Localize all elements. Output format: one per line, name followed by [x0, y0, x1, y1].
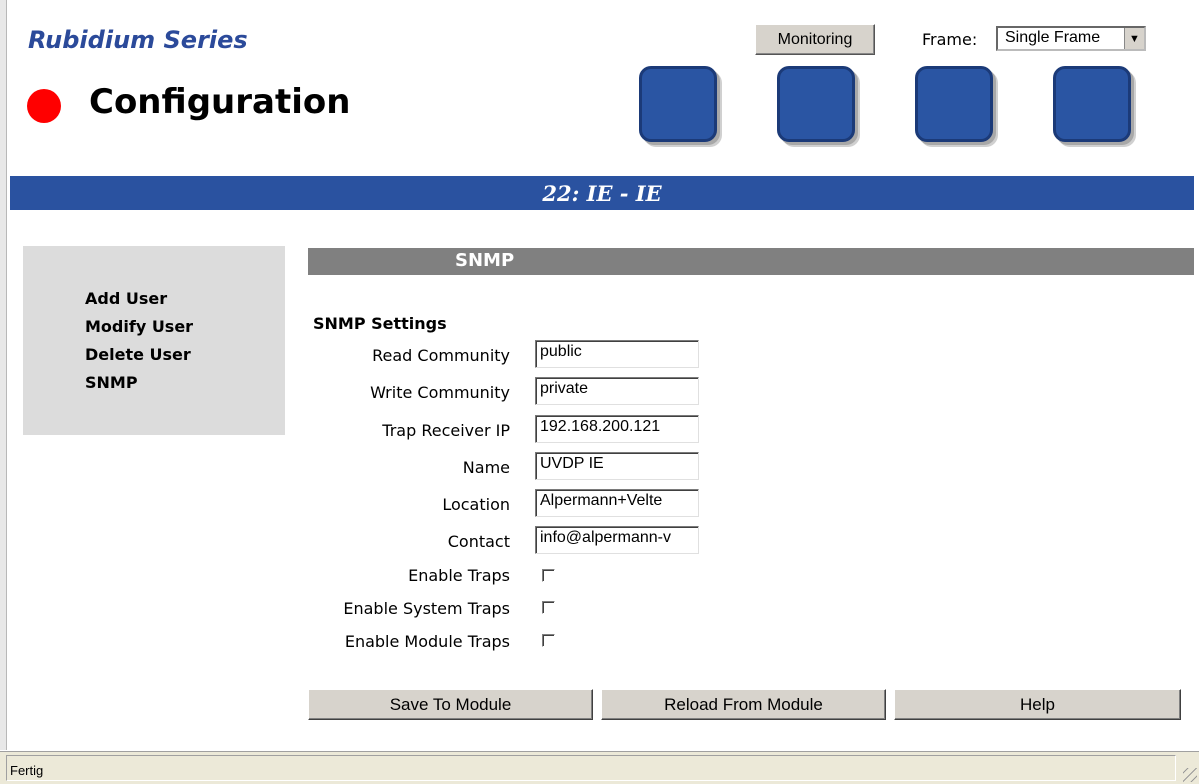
trap-receiver-ip-input[interactable]: 192.168.200.121: [535, 415, 699, 443]
settings-heading: SNMP Settings: [313, 314, 447, 333]
resize-grip-icon[interactable]: [1183, 768, 1197, 782]
brand-title: Rubidium Series: [28, 26, 248, 54]
section-title: SNMP: [455, 250, 515, 271]
status-bar: Fertig: [0, 751, 1199, 784]
monitoring-button[interactable]: Monitoring: [755, 24, 875, 55]
sidebar-item-delete-user[interactable]: Delete User: [85, 345, 191, 364]
window-left-edge: [0, 0, 7, 750]
enable-module-traps-label: Enable Module Traps: [344, 632, 510, 651]
module-tile-2[interactable]: [777, 66, 855, 142]
sidebar-item-snmp[interactable]: SNMP: [85, 373, 138, 392]
frame-select-value: Single Frame: [1005, 29, 1101, 46]
section-header: SNMP: [308, 248, 1194, 275]
help-button[interactable]: Help: [894, 689, 1181, 720]
sidebar-item-add-user[interactable]: Add User: [85, 289, 167, 308]
page-title: Configuration: [89, 82, 351, 122]
name-label: Name: [462, 458, 510, 477]
module-tile-1[interactable]: [639, 66, 717, 142]
read-community-input[interactable]: public: [535, 340, 699, 368]
module-banner: 22: IE - IE: [10, 176, 1194, 210]
read-community-label: Read Community: [372, 346, 510, 365]
write-community-input[interactable]: private: [535, 377, 699, 405]
module-tile-4[interactable]: [1053, 66, 1131, 142]
status-well: [6, 755, 1176, 781]
enable-module-traps-checkbox[interactable]: [542, 634, 555, 647]
reload-from-module-button[interactable]: Reload From Module: [601, 689, 886, 720]
frame-select[interactable]: Single Frame ▼: [996, 26, 1146, 51]
location-input[interactable]: Alpermann+Velte: [535, 489, 699, 517]
contact-input[interactable]: info@alpermann-v: [535, 526, 699, 554]
status-indicator-icon: [27, 89, 61, 123]
enable-system-traps-label: Enable System Traps: [343, 599, 510, 618]
sidebar-item-modify-user[interactable]: Modify User: [85, 317, 193, 336]
trap-receiver-ip-label: Trap Receiver IP: [382, 421, 510, 440]
enable-traps-checkbox[interactable]: [542, 569, 555, 582]
name-input[interactable]: UVDP IE: [535, 452, 699, 480]
write-community-label: Write Community: [370, 383, 510, 402]
enable-system-traps-checkbox[interactable]: [542, 601, 555, 614]
sidebar: Add User Modify User Delete User SNMP: [23, 246, 285, 435]
enable-traps-label: Enable Traps: [408, 566, 510, 585]
location-label: Location: [442, 495, 510, 514]
chevron-down-icon[interactable]: ▼: [1124, 28, 1144, 49]
frame-label: Frame:: [922, 30, 978, 49]
save-to-module-button[interactable]: Save To Module: [308, 689, 593, 720]
module-banner-text: 22: IE - IE: [542, 180, 662, 206]
status-text: Fertig: [10, 763, 44, 778]
contact-label: Contact: [447, 532, 510, 551]
module-tile-3[interactable]: [915, 66, 993, 142]
